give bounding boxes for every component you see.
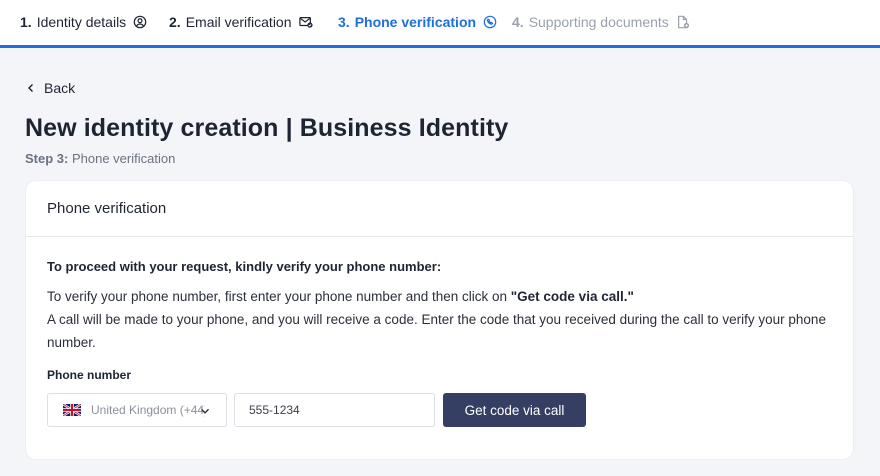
phone-number-input[interactable]	[234, 393, 435, 427]
instructions-line-1: To verify your phone number, first enter…	[47, 285, 837, 308]
step-number: 3.	[338, 14, 350, 30]
step-phone-verification[interactable]: 3. Phone verification	[338, 0, 497, 44]
step-number: 1.	[20, 14, 32, 30]
card-header: Phone verification	[26, 181, 853, 237]
get-code-via-call-button[interactable]: Get code via call	[443, 393, 586, 427]
phone-number-label: Phone number	[47, 368, 132, 382]
step-number: 2.	[169, 14, 181, 30]
user-circle-icon	[133, 15, 147, 29]
phone-verification-card: Phone verification To proceed with your …	[26, 181, 853, 459]
stepper-bar: 1. Identity details 2. Email verificatio…	[0, 0, 880, 48]
step-subtitle-prefix: Step 3:	[25, 151, 69, 166]
intro-text: To proceed with your request, kindly ver…	[47, 259, 442, 274]
chevron-down-icon	[200, 406, 210, 416]
back-label: Back	[44, 80, 76, 96]
step-number: 4.	[512, 14, 524, 30]
step-subtitle-name: Phone verification	[71, 151, 176, 166]
step-supporting-documents[interactable]: 4. Supporting documents	[512, 0, 690, 44]
stepper-progress-line	[0, 45, 880, 48]
country-code-select[interactable]: United Kingdom (+44)	[47, 393, 227, 427]
instructions-text: To verify your phone number, first enter…	[47, 285, 837, 354]
step-subtitle: Step 3: Phone verification	[25, 151, 175, 166]
instructions-button-reference: "Get code via call."	[510, 289, 634, 304]
card-title: Phone verification	[47, 200, 167, 217]
step-email-verification[interactable]: 2. Email verification	[169, 0, 313, 44]
step-label: Supporting documents	[528, 14, 669, 30]
instructions-line-2: A call will be made to your phone, and y…	[47, 312, 826, 350]
step-label: Email verification	[185, 14, 292, 30]
document-add-icon	[676, 15, 690, 29]
step-identity-details[interactable]: 1. Identity details	[20, 0, 147, 44]
page-title: New identity creation | Business Identit…	[25, 114, 509, 142]
uk-flag-icon	[63, 404, 81, 416]
chevron-left-icon	[26, 83, 36, 93]
step-label: Phone verification	[354, 14, 477, 30]
email-check-icon	[298, 15, 313, 29]
country-code-value: United Kingdom (+44)	[91, 403, 205, 417]
instructions-line-1-text: To verify your phone number, first enter…	[47, 289, 511, 304]
back-link[interactable]: Back	[26, 80, 75, 96]
phone-circle-icon	[483, 15, 497, 29]
step-label: Identity details	[36, 14, 127, 30]
